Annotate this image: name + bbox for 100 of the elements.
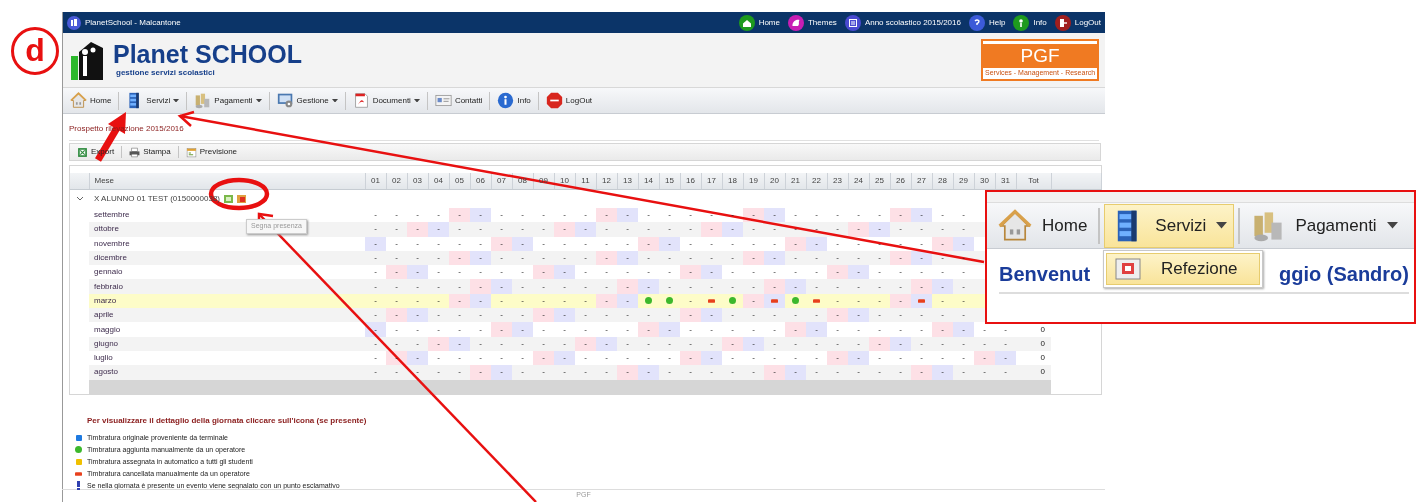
action-button[interactable]: Stampa	[126, 144, 174, 160]
column-header[interactable]: 30	[974, 173, 995, 189]
day-value: -	[563, 224, 566, 234]
column-header[interactable]: 26	[890, 173, 911, 189]
day-value: -	[584, 210, 587, 220]
day-value: -	[479, 238, 482, 248]
action-button[interactable]: Previsione	[182, 144, 241, 160]
top-link[interactable]: Themes	[807, 16, 837, 29]
top-link[interactable]: Anno scolastico 2015/2016	[864, 16, 961, 29]
toolbar-button[interactable]: Pagamenti	[1244, 203, 1405, 248]
day-value: -	[836, 295, 839, 305]
calendar-plus-icon[interactable]	[224, 194, 233, 203]
day-value: -	[500, 267, 503, 277]
menu-item[interactable]: Refezione	[1106, 253, 1260, 285]
dot-icon[interactable]	[729, 297, 736, 305]
dash-icon[interactable]	[813, 298, 820, 303]
toolbar-button[interactable]: Servizi	[123, 89, 183, 112]
column-header[interactable]: 13	[617, 173, 638, 189]
day-value: -	[668, 281, 671, 291]
column-header[interactable]: 05	[449, 173, 470, 189]
day-value: -	[794, 210, 797, 220]
day-value: -	[605, 281, 608, 291]
column-header[interactable]: 22	[806, 173, 827, 189]
day-value: -	[521, 267, 524, 277]
day-value: -	[416, 324, 419, 334]
day-value: -	[542, 281, 545, 291]
help-icon	[968, 14, 985, 31]
day-value: -	[731, 238, 734, 248]
column-header[interactable]: 24	[848, 173, 869, 189]
dash-icon[interactable]	[771, 298, 778, 303]
column-header[interactable]: 20	[764, 173, 785, 189]
day-value: -	[374, 324, 377, 334]
column-header[interactable]: 29	[953, 173, 974, 189]
dot-icon[interactable]	[645, 297, 652, 305]
day-value: -	[689, 253, 692, 263]
month-name[interactable]: settembre	[94, 210, 130, 220]
column-header[interactable]: 23	[827, 173, 848, 189]
day-value: -	[689, 238, 692, 248]
column-header[interactable]: 16	[680, 173, 701, 189]
column-header[interactable]: Mese	[89, 173, 365, 189]
top-link[interactable]: LogOut	[1074, 16, 1101, 29]
toolbar-button[interactable]: Documenti	[349, 89, 423, 112]
day-value: -	[521, 238, 524, 248]
column-header[interactable]: 03	[407, 173, 428, 189]
column-header[interactable]: 15	[659, 173, 680, 189]
month-name[interactable]: novembre	[94, 238, 130, 248]
calendar-icon	[844, 14, 861, 31]
day-value: -	[395, 210, 398, 220]
column-header[interactable]: 19	[743, 173, 764, 189]
toolbar-button[interactable]: Info	[494, 89, 534, 112]
toolbar-button[interactable]: Servizi	[1104, 203, 1235, 248]
calendar-minus-icon[interactable]	[237, 194, 246, 203]
column-header[interactable]: 01	[365, 173, 386, 189]
dash-icon[interactable]	[918, 298, 925, 303]
toolbar-button[interactable]: Contatti	[431, 89, 486, 112]
day-value: -	[752, 324, 755, 334]
day-value: -	[542, 224, 545, 234]
toolbar-button[interactable]: Gestione	[273, 89, 341, 112]
toolbar-button[interactable]: Home	[991, 203, 1095, 248]
month-name[interactable]: gennaio	[94, 267, 123, 277]
column-header[interactable]: 02	[386, 173, 407, 189]
column-header[interactable]: 21	[785, 173, 806, 189]
day-value: -	[899, 367, 902, 377]
dot-icon[interactable]	[792, 297, 799, 305]
month-name[interactable]: ottobre	[94, 224, 119, 234]
column-header[interactable]: 25	[869, 173, 890, 189]
chevron-down-icon[interactable]	[76, 196, 83, 201]
top-link[interactable]: Info	[1033, 16, 1047, 29]
column-header[interactable]: 27	[911, 173, 932, 189]
day-value: -	[479, 367, 482, 377]
toolbar-button[interactable]: LogOut	[542, 89, 596, 112]
column-header[interactable]: 18	[722, 173, 743, 189]
column-header[interactable]: 17	[701, 173, 722, 189]
day-value: -	[479, 253, 482, 263]
day-value: -	[689, 295, 692, 305]
day-value: -	[794, 353, 797, 363]
day-value: -	[920, 210, 923, 220]
dash-icon[interactable]	[708, 298, 715, 303]
column-header[interactable]: 12	[596, 173, 617, 189]
day-value: -	[479, 324, 482, 334]
top-link[interactable]: Home	[758, 16, 780, 29]
column-header[interactable]: 14	[638, 173, 659, 189]
day-value: -	[395, 295, 398, 305]
month-name[interactable]: giugno	[94, 338, 119, 348]
column-header[interactable]: Tot	[1016, 173, 1051, 189]
toolbar-button[interactable]: Pagamenti	[191, 89, 265, 112]
month-name[interactable]: febbraio	[94, 281, 123, 291]
month-name[interactable]: agosto	[94, 367, 119, 377]
day-value: -	[395, 267, 398, 277]
column-header[interactable]: 28	[932, 173, 953, 189]
column-header[interactable]: 04	[428, 173, 449, 189]
toolbar-button[interactable]: Home	[67, 89, 115, 112]
month-name[interactable]: aprile	[94, 310, 114, 320]
top-link[interactable]: Help	[988, 16, 1006, 29]
column-header[interactable]: 31	[995, 173, 1016, 189]
month-name[interactable]: maggio	[94, 324, 121, 334]
dot-icon[interactable]	[666, 297, 673, 305]
month-name[interactable]: marzo	[94, 295, 117, 305]
month-name[interactable]: luglio	[94, 353, 113, 363]
month-name[interactable]: dicembre	[94, 253, 127, 263]
